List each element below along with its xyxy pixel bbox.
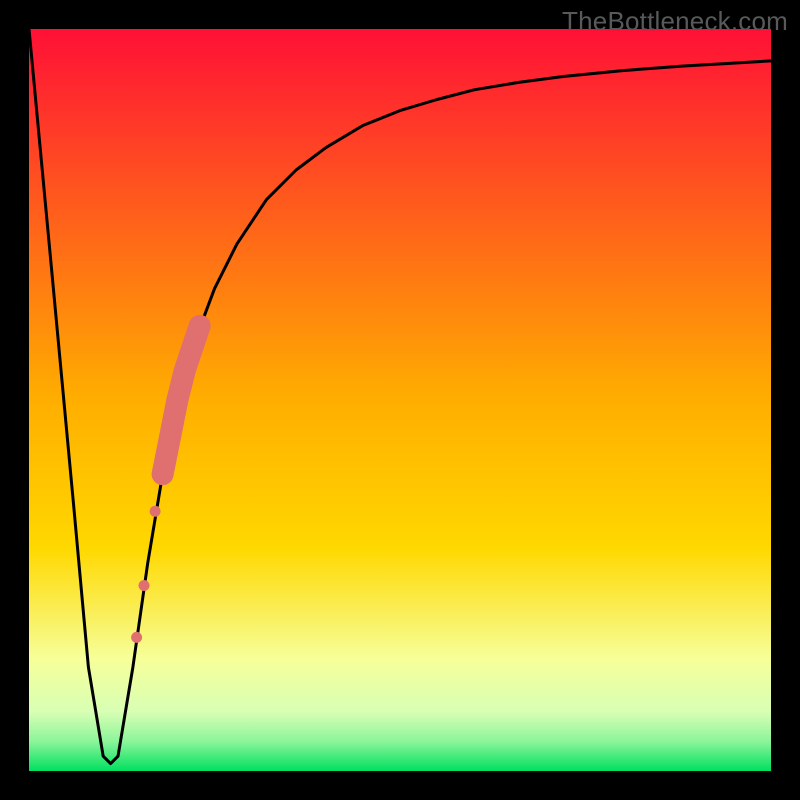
bottleneck-chart	[29, 29, 771, 771]
plot-area	[29, 29, 771, 771]
watermark-text: TheBottleneck.com	[562, 6, 788, 37]
chart-frame: TheBottleneck.com	[0, 0, 800, 800]
highlight-dot	[131, 632, 142, 643]
highlight-dot	[150, 506, 161, 517]
gradient-background	[29, 29, 771, 771]
highlight-dot	[139, 580, 150, 591]
